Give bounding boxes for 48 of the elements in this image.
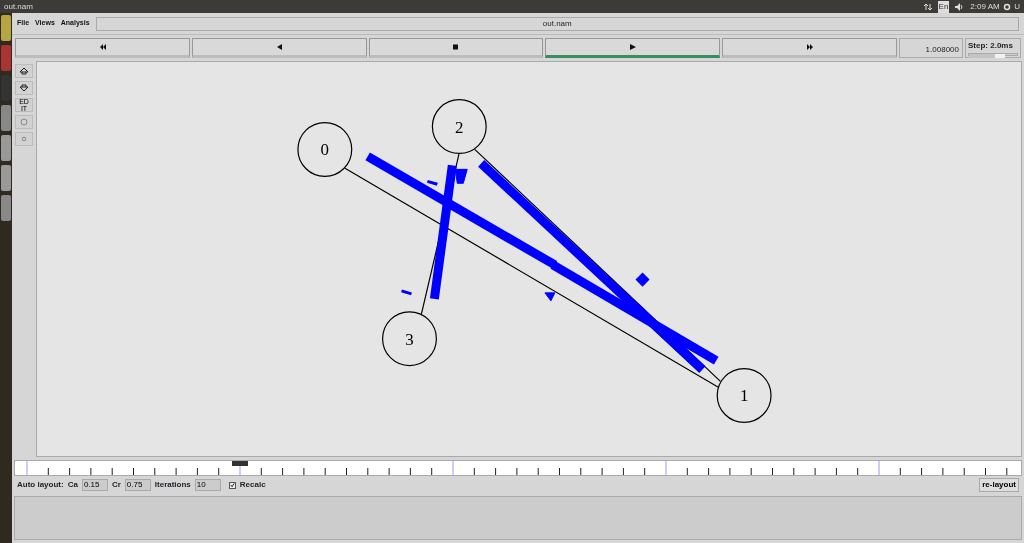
node-label: 0 [320,140,330,160]
step-back-button[interactable] [191,38,367,58]
window-title: out.nam [4,0,33,13]
small-circle-icon [21,136,27,142]
zoom-in-icon [19,67,29,75]
keyboard-indicator[interactable]: En [937,0,950,13]
step-label: Step: 2.0ms [968,40,1014,52]
ca-field[interactable]: 0.15 [81,479,108,491]
forward-icon [805,44,815,50]
file-name: out.nam [95,16,1019,31]
cr-label: Cr [111,479,121,491]
node-label: 3 [405,329,414,349]
dot-tool-button[interactable] [15,132,33,146]
play-icon [628,44,638,50]
network-icon[interactable] [923,2,932,11]
link-line[interactable] [344,167,719,388]
rewind-button[interactable] [15,38,190,58]
settings-icon[interactable] [1003,2,1012,11]
time-marker-icon[interactable] [232,461,248,466]
network-node[interactable] [431,99,487,155]
ca-label: Ca [67,479,78,491]
time-display: 1.008000 [899,38,963,58]
network-node[interactable] [382,311,437,367]
recalc-checkbox[interactable] [228,481,236,489]
node-label: 2 [455,117,464,137]
cr-field[interactable]: 0.75 [124,479,151,491]
fast-forward-button[interactable] [722,38,897,58]
network-node[interactable] [716,367,772,423]
zoom-out-tool-button[interactable] [15,81,33,95]
stop-button[interactable] [368,38,544,58]
network-node[interactable] [297,121,353,177]
iterations-label: Iterations [154,479,191,491]
node-label: 1 [739,386,749,406]
user-name[interactable]: U [1014,0,1020,13]
network-canvas[interactable]: 0 1 2 3 [36,61,1022,457]
auto-layout-label: Auto layout: [17,479,64,491]
step-slider-thumb[interactable] [969,54,1005,58]
circle-tool-button[interactable] [15,115,33,129]
circle-icon [20,118,28,126]
relayout-button[interactable]: re-layout [979,478,1019,492]
play-button[interactable] [545,38,721,58]
zoom-in-tool-button[interactable] [15,64,33,78]
volume-icon[interactable] [955,2,965,11]
clock[interactable]: 2:09 AM [970,0,1000,13]
iterations-field[interactable]: 10 [194,479,221,491]
zoom-out-icon [19,84,29,92]
stop-icon [451,44,461,50]
recalc-label: Recalc [239,479,266,491]
